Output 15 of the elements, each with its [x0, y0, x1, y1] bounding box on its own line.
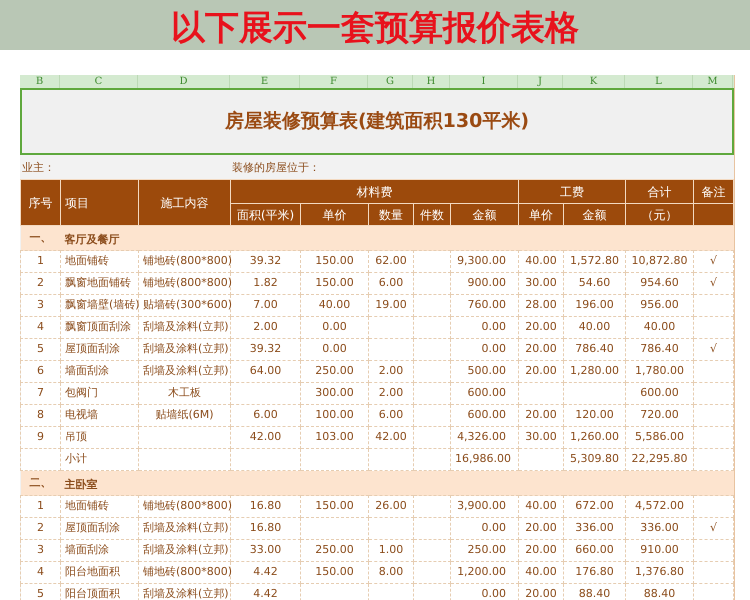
section-title: 客厅及餐厅 — [64, 233, 120, 246]
section-number: 一、 — [20, 226, 60, 250]
section-title: 主卧室 — [64, 478, 98, 491]
header-cell: 序号 — [20, 180, 60, 226]
owner-label: 业主： — [21, 160, 56, 176]
location-label: 装修的房屋位于： — [232, 160, 320, 176]
header-cell: 工费 — [518, 180, 626, 204]
sheet-title-cell[interactable]: 房屋装修预算表(建筑面积130平米) — [20, 88, 734, 155]
header-cell: 材料费 — [230, 180, 519, 204]
row-number: 5 — [20, 584, 60, 600]
header-cell: 合计 — [626, 180, 694, 204]
banner-title: 以下展示一套预算报价表格 — [171, 7, 579, 50]
sheet-title: 房屋装修预算表(建筑面积130平米) — [224, 109, 530, 134]
header-cell: 备注 — [694, 180, 734, 204]
section-number: 二、 — [20, 470, 60, 496]
